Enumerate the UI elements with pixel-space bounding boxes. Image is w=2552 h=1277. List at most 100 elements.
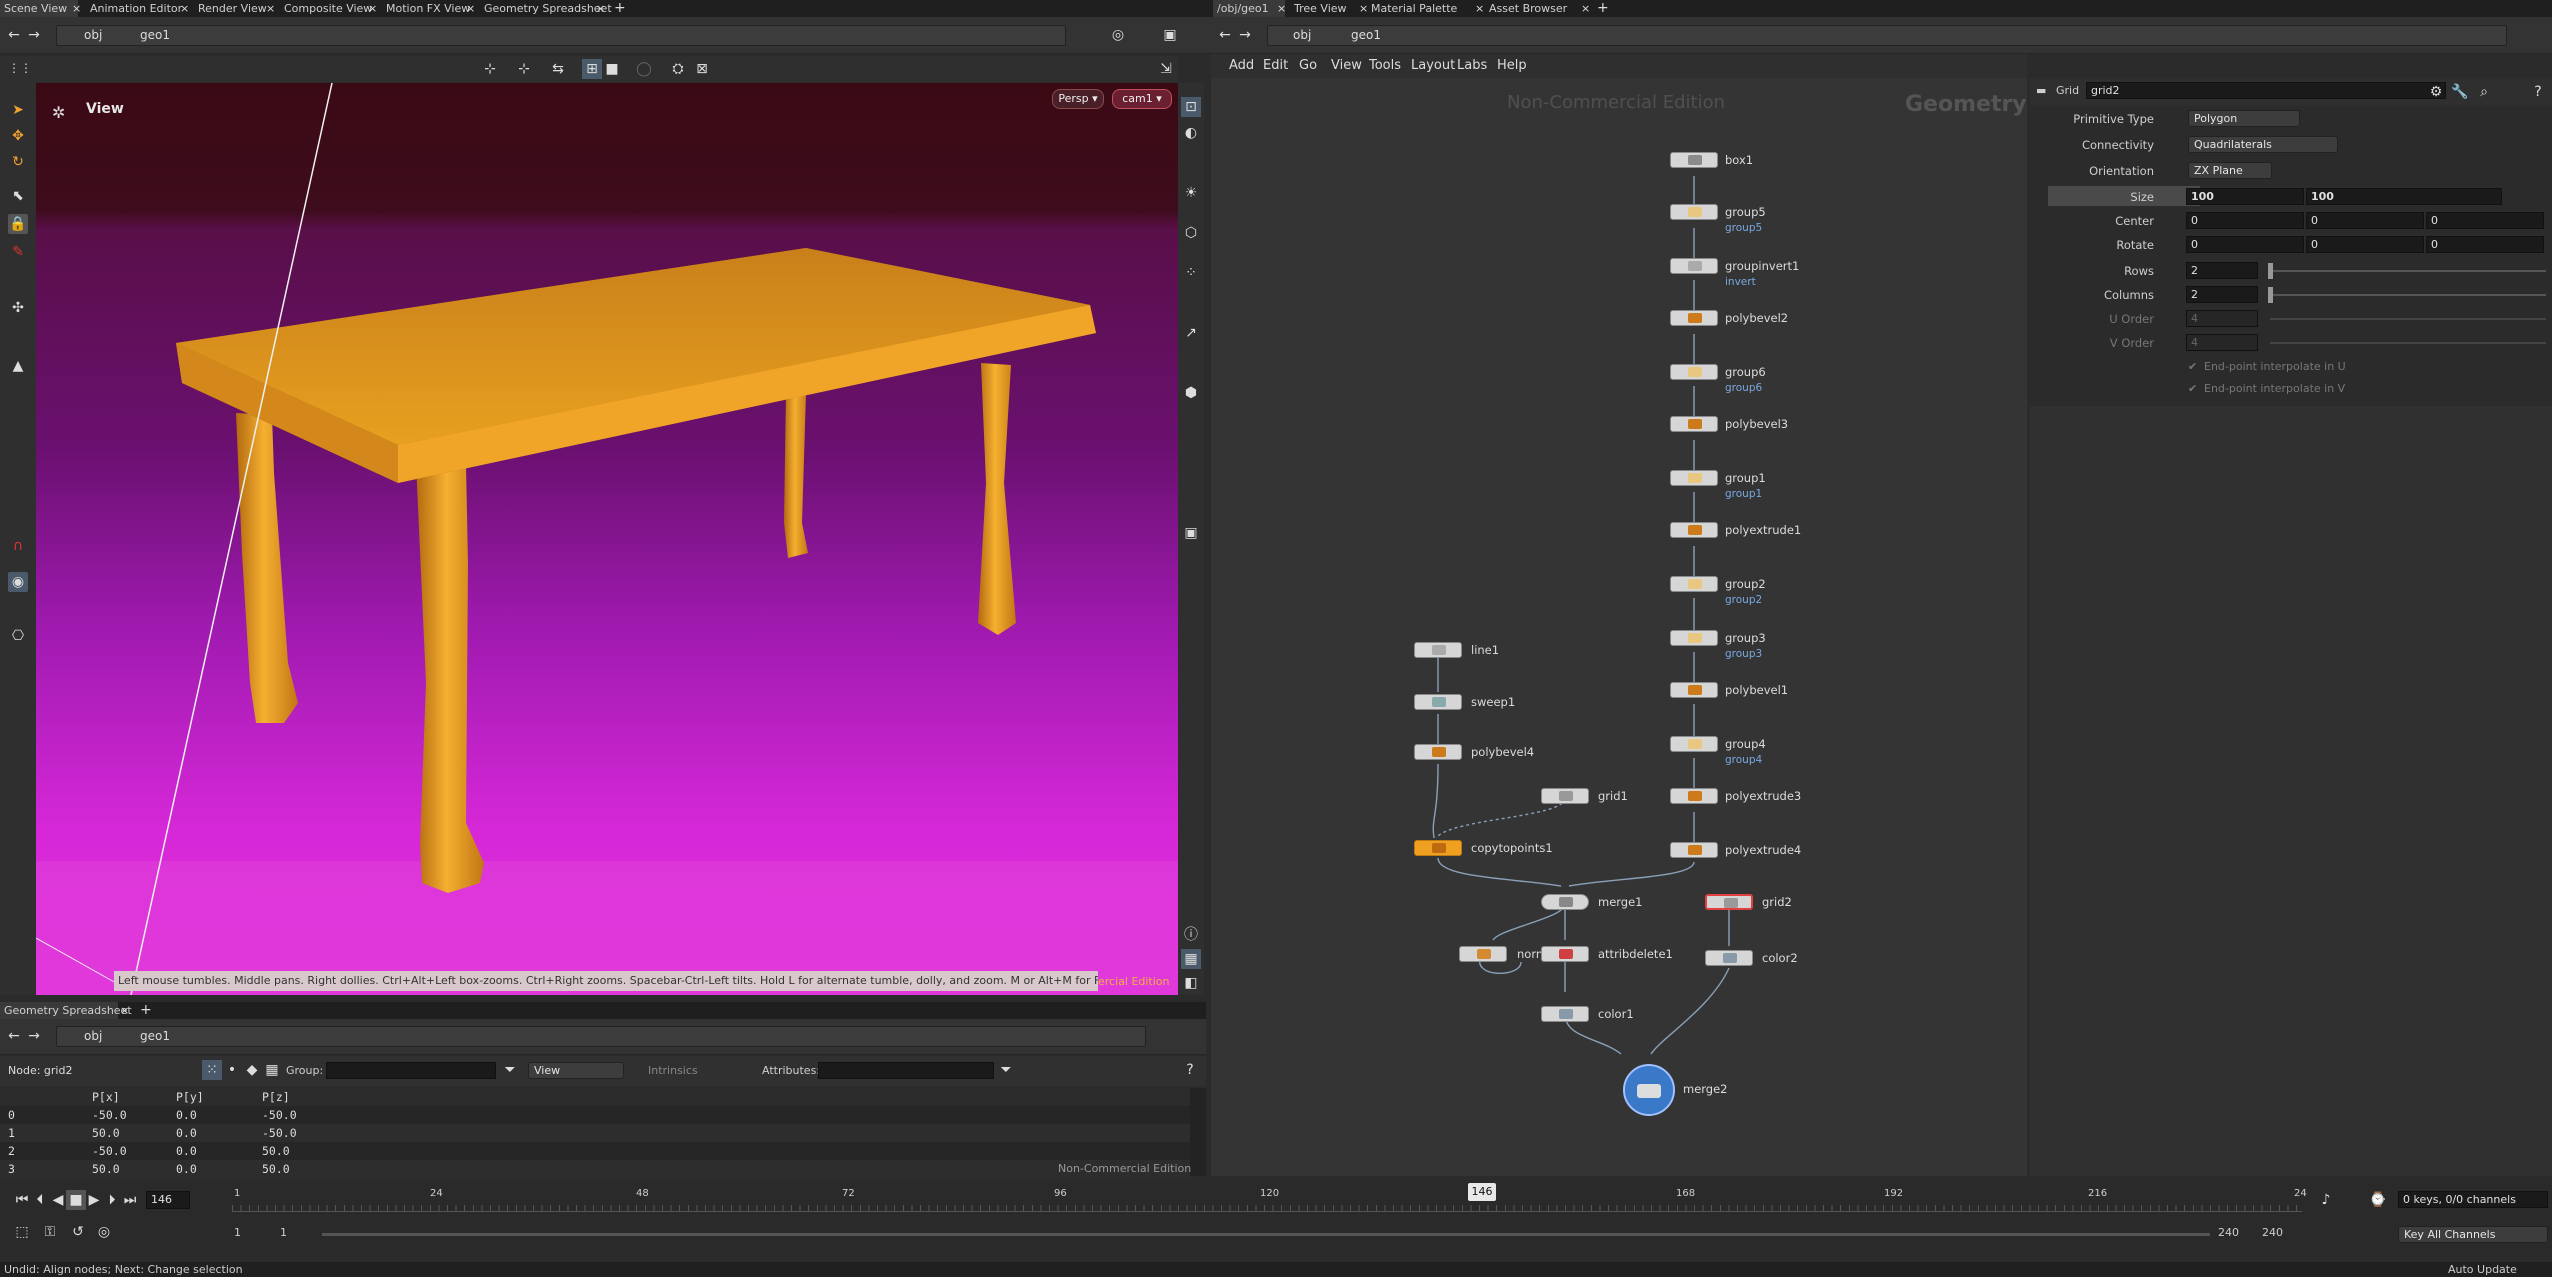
node-color2[interactable]: [1705, 950, 1753, 966]
node-polybevel1[interactable]: [1670, 682, 1718, 698]
tab-composite-view[interactable]: Composite View: [280, 0, 372, 17]
connectivity-dropdown[interactable]: Quadrilaterals: [2188, 136, 2338, 153]
node-group5[interactable]: [1670, 204, 1718, 220]
play-reverse-icon[interactable]: ◀: [48, 1190, 68, 1210]
close-icon[interactable]: ×: [1581, 0, 1590, 17]
uorder-slider[interactable]: [2270, 318, 2546, 320]
node-group1[interactable]: [1670, 470, 1718, 486]
vorder-slider[interactable]: [2270, 342, 2546, 344]
node-name-field[interactable]: grid2: [2086, 82, 2446, 99]
column-header[interactable]: P[z]: [262, 1088, 290, 1106]
snap-tool-icon[interactable]: ▲: [8, 356, 28, 376]
keys-field[interactable]: 0 keys, 0/0 channels: [2398, 1191, 2548, 1208]
node-line1[interactable]: [1414, 642, 1462, 658]
add-tab-icon[interactable]: +: [1597, 0, 1609, 17]
ghost-icon[interactable]: ▣: [1181, 523, 1201, 543]
step-forward-icon[interactable]: ⏵: [102, 1190, 122, 1210]
path-field[interactable]: [56, 25, 1066, 46]
toolbar-grid-icon[interactable]: ⋮⋮: [8, 58, 32, 78]
close-icon[interactable]: ×: [120, 1002, 129, 1019]
wrench-icon[interactable]: 🔧: [2450, 82, 2470, 102]
grid-display-icon[interactable]: ▦: [1181, 949, 1201, 969]
rotate-y-field[interactable]: 0: [2306, 236, 2424, 253]
playhead[interactable]: 146: [1468, 1183, 1496, 1201]
search-icon[interactable]: ⌕: [2474, 82, 2494, 102]
range-icon[interactable]: ⬚: [12, 1222, 32, 1242]
menu-tools[interactable]: Tools: [1369, 58, 1401, 73]
menu-labs[interactable]: Labs: [1457, 58, 1487, 73]
tab-motion-fx-view[interactable]: Motion FX View: [382, 0, 470, 17]
tab-asset-browser[interactable]: Asset Browser: [1485, 0, 1567, 17]
lighting-icon[interactable]: ☀: [1181, 183, 1201, 203]
back-arrow-icon[interactable]: ←: [4, 25, 24, 45]
tab-render-view[interactable]: Render View: [194, 0, 267, 17]
stop-icon[interactable]: ■: [66, 1190, 86, 1210]
view-select-icon[interactable]: ⊞: [582, 59, 602, 79]
prims-mode-icon[interactable]: ◆: [242, 1060, 262, 1080]
end-frame-label[interactable]: 240: [2262, 1226, 2283, 1239]
center-y-field[interactable]: 0: [2306, 212, 2424, 229]
key-icon[interactable]: ⚿: [40, 1222, 60, 1242]
columns-field[interactable]: 2: [2186, 286, 2258, 303]
node-merge1[interactable]: [1541, 894, 1589, 910]
camera-tool-icon[interactable]: ⎔: [8, 626, 28, 646]
node-polyextrude1[interactable]: [1670, 522, 1718, 538]
menu-edit[interactable]: Edit: [1263, 58, 1288, 73]
orientation-dropdown[interactable]: ZX Plane: [2188, 162, 2272, 179]
info-icon[interactable]: ⓘ: [1181, 925, 1201, 945]
close-icon[interactable]: ×: [266, 0, 275, 17]
shading-icon[interactable]: ◐: [1181, 123, 1201, 143]
rows-slider[interactable]: [2268, 263, 2546, 279]
help-icon[interactable]: ?: [2528, 82, 2548, 102]
node-groupinvert1[interactable]: [1670, 258, 1718, 274]
snap-display-icon[interactable]: ⬢: [1181, 383, 1201, 403]
camera-menu[interactable]: cam1 ▾: [1112, 89, 1172, 109]
network-path-field[interactable]: [1267, 25, 2507, 46]
tab-animation-editor[interactable]: Animation Editor: [86, 0, 182, 17]
path-crumb-geo1[interactable]: geo1: [140, 1026, 170, 1046]
back-arrow-icon[interactable]: ←: [1215, 25, 1235, 45]
close-icon[interactable]: ×: [72, 0, 81, 17]
auto-update-label[interactable]: Auto Update: [2448, 1263, 2517, 1276]
column-header[interactable]: P[y]: [176, 1088, 204, 1106]
node-sweep1[interactable]: [1414, 694, 1462, 710]
end-frame-value[interactable]: 240: [2218, 1226, 2239, 1239]
path-crumb-obj[interactable]: obj: [84, 1026, 102, 1046]
realtime-toggle-icon[interactable]: ◎: [94, 1222, 114, 1242]
menu-layout[interactable]: Layout: [1411, 58, 1455, 73]
node-copytopoints1[interactable]: [1414, 840, 1462, 856]
node-attribdelete1[interactable]: [1541, 946, 1589, 962]
tab-tree-view[interactable]: Tree View: [1290, 0, 1347, 17]
gear-icon[interactable]: ⚙: [2426, 82, 2446, 102]
wire-icon[interactable]: ⬡: [1181, 223, 1201, 243]
path-crumb-geo1[interactable]: geo1: [1351, 25, 1381, 45]
node-box1[interactable]: [1670, 152, 1718, 168]
vertices-mode-icon[interactable]: •: [222, 1060, 242, 1080]
primitive-type-dropdown[interactable]: Polygon: [2188, 110, 2300, 127]
key-all-channels-dropdown[interactable]: Key All Channels: [2398, 1226, 2548, 1243]
close-icon[interactable]: ×: [1475, 0, 1484, 17]
tab-scene-view[interactable]: Scene View: [0, 0, 78, 17]
network-canvas[interactable]: Non-Commercial Edition Geometry box1 gro…: [1211, 78, 2027, 1176]
table-row[interactable]: 1 50.0 0.0 -50.0: [0, 1124, 1190, 1142]
uorder-field[interactable]: 4: [2186, 310, 2258, 327]
normals-icon[interactable]: ↗: [1181, 323, 1201, 343]
jump-end-icon[interactable]: ⏭: [120, 1190, 140, 1210]
add-tab-icon[interactable]: +: [614, 0, 626, 17]
forward-arrow-icon[interactable]: →: [1235, 25, 1255, 45]
columns-slider[interactable]: [2268, 287, 2546, 303]
menu-add[interactable]: Add: [1229, 58, 1254, 73]
node-group6[interactable]: [1670, 364, 1718, 380]
view-camera-icon[interactable]: ⛭: [668, 59, 688, 79]
select-tool-icon[interactable]: ➤: [8, 100, 28, 120]
node-group2[interactable]: [1670, 576, 1718, 592]
view-render-icon[interactable]: ⊠: [692, 59, 712, 79]
node-polyextrude4[interactable]: [1670, 842, 1718, 858]
step-back-icon[interactable]: ⏴: [30, 1190, 50, 1210]
tab-network-path[interactable]: /obj/geo1: [1213, 0, 1285, 17]
lock-tool-icon[interactable]: 🔒: [8, 214, 28, 234]
rows-field[interactable]: 2: [2186, 262, 2258, 279]
display-icon[interactable]: ⊡: [1181, 97, 1201, 117]
rotate-z-field[interactable]: 0: [2426, 236, 2544, 253]
path-crumb-obj[interactable]: obj: [1293, 25, 1311, 45]
